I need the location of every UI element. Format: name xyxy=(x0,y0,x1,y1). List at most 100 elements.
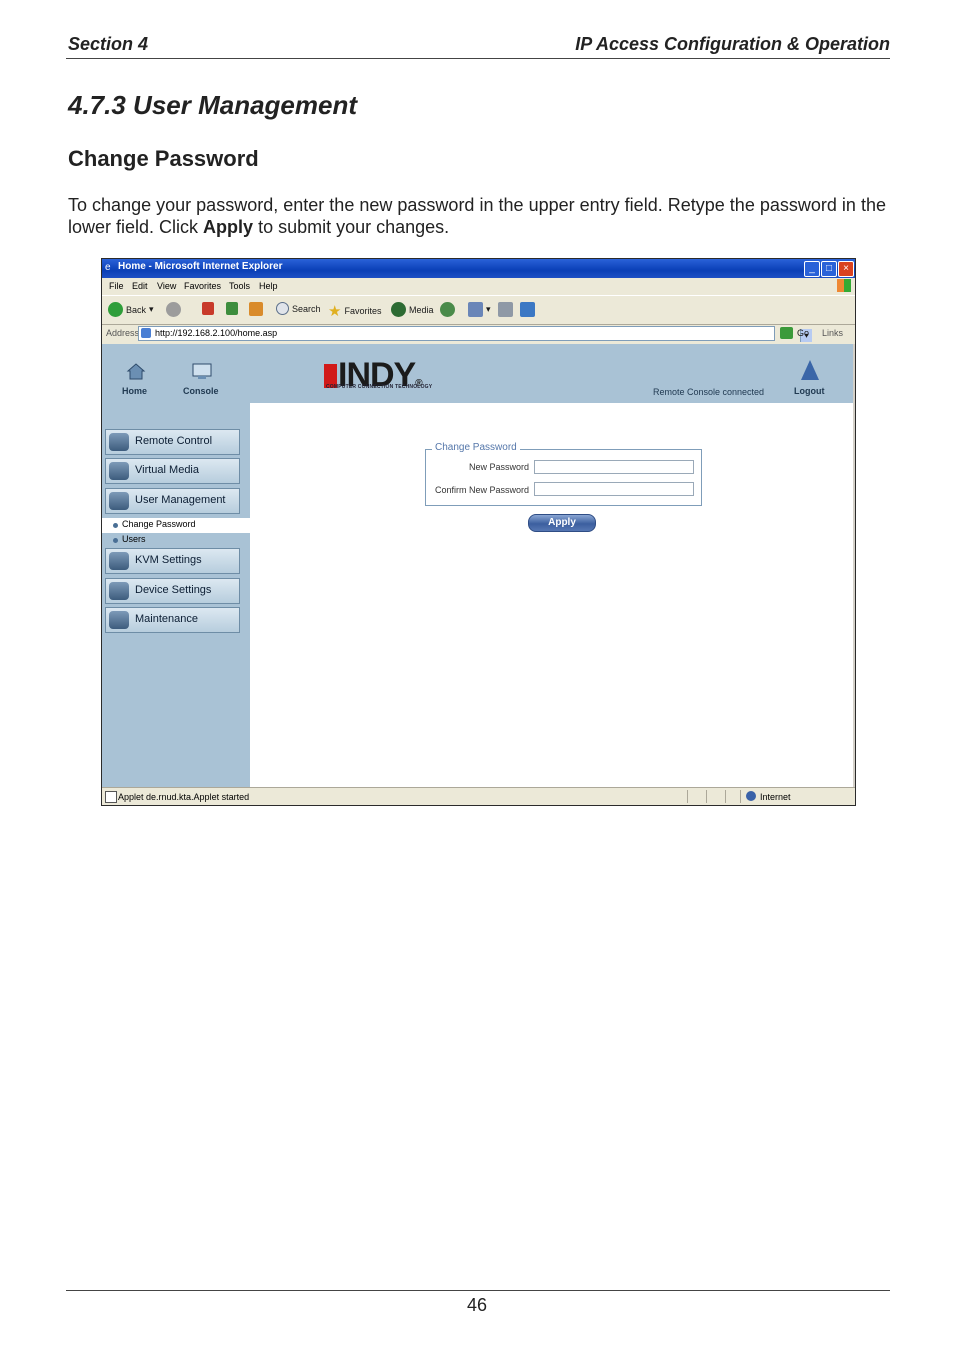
media-button[interactable]: Media xyxy=(391,302,434,317)
favorites-button[interactable]: ★ Favorites xyxy=(328,302,381,320)
print-icon xyxy=(498,302,513,317)
footer-rule xyxy=(66,1290,890,1291)
sidebar-item-remote-control[interactable]: Remote Control xyxy=(105,429,240,455)
sidebar-item-user-management[interactable]: User Management xyxy=(105,488,240,514)
window-edge xyxy=(853,344,855,787)
menu-edit[interactable]: Edit xyxy=(132,281,148,291)
kvm-settings-icon xyxy=(109,552,129,570)
change-password-legend: Change Password xyxy=(432,442,520,453)
stop-button[interactable] xyxy=(202,302,214,315)
confirm-password-label: Confirm New Password xyxy=(434,485,529,495)
stop-icon xyxy=(202,302,214,315)
apply-button[interactable]: Apply xyxy=(528,514,596,532)
console-nav-label[interactable]: Console xyxy=(183,386,219,396)
user-management-icon xyxy=(109,492,129,510)
window-titlebar: e Home - Microsoft Internet Explorer _ □… xyxy=(102,259,855,278)
virtual-media-icon xyxy=(109,462,129,480)
ie-icon: e xyxy=(105,262,111,273)
status-divider xyxy=(725,790,726,803)
edit-button[interactable] xyxy=(520,302,535,317)
chevron-down-icon: ▾ xyxy=(486,304,491,314)
sidebar: Remote Control Virtual Media User Manage… xyxy=(102,403,250,787)
sidebar-item-label: User Management xyxy=(135,494,226,506)
instructions-paragraph: To change your password, enter the new p… xyxy=(68,194,886,238)
address-value: http://192.168.2.100/home.asp xyxy=(155,328,278,338)
mail-button[interactable]: ▾ xyxy=(468,302,491,317)
menu-file[interactable]: File xyxy=(109,281,124,291)
submenu-change-password[interactable]: Change Password xyxy=(102,518,250,533)
refresh-icon xyxy=(226,302,238,315)
sidebar-item-label: Maintenance xyxy=(135,613,198,625)
globe-icon xyxy=(746,791,756,801)
header-rule xyxy=(66,58,890,59)
bullet-icon xyxy=(113,538,118,543)
status-bar: Applet de.rnud.kta.Applet started Intern… xyxy=(102,787,855,805)
status-text: Applet de.rnud.kta.Applet started xyxy=(118,792,250,802)
maximize-button[interactable]: □ xyxy=(821,261,837,277)
home-button[interactable] xyxy=(249,302,263,316)
address-input[interactable]: http://192.168.2.100/home.asp ▾ xyxy=(138,326,812,342)
bullet-icon xyxy=(113,523,118,528)
back-arrow-icon xyxy=(108,302,123,317)
device-settings-icon xyxy=(109,582,129,600)
paragraph-bold-apply: Apply xyxy=(203,217,254,237)
logout-icon[interactable] xyxy=(801,360,819,380)
forward-button[interactable] xyxy=(166,302,181,317)
subsection-title: Change Password xyxy=(68,146,259,171)
back-button[interactable]: Back ▾ xyxy=(108,302,154,317)
paragraph-text-end: to submit your changes. xyxy=(253,217,450,237)
status-divider xyxy=(740,790,741,803)
web-content: Home Console INDY® COMPUTER CONNECTION T… xyxy=(102,344,855,787)
home-nav-label[interactable]: Home xyxy=(122,386,147,396)
paragraph-text: To change your password, enter the new p… xyxy=(68,195,886,237)
page-icon xyxy=(141,328,151,338)
media-icon xyxy=(391,302,406,317)
chevron-down-icon: ▾ xyxy=(149,304,154,314)
search-icon xyxy=(276,302,289,315)
go-button[interactable]: Go xyxy=(797,328,809,338)
sidebar-item-virtual-media[interactable]: Virtual Media xyxy=(105,458,240,484)
links-button[interactable]: Links xyxy=(822,328,843,338)
menu-view[interactable]: View xyxy=(157,281,176,291)
console-nav-icon[interactable] xyxy=(192,362,212,380)
sidebar-item-kvm-settings[interactable]: KVM Settings xyxy=(105,548,240,574)
browser-window: e Home - Microsoft Internet Explorer _ □… xyxy=(101,258,856,806)
confirm-password-input[interactable] xyxy=(534,482,694,496)
go-arrow-icon[interactable] xyxy=(780,327,793,339)
close-button[interactable]: × xyxy=(838,261,854,277)
window-title: Home - Microsoft Internet Explorer xyxy=(118,261,283,272)
history-icon xyxy=(440,302,455,317)
menu-tools[interactable]: Tools xyxy=(229,281,250,291)
app-header: Home Console INDY® COMPUTER CONNECTION T… xyxy=(102,344,855,403)
logout-label[interactable]: Logout xyxy=(794,386,825,396)
menu-help[interactable]: Help xyxy=(259,281,278,291)
new-password-input[interactable] xyxy=(534,460,694,474)
sidebar-item-device-settings[interactable]: Device Settings xyxy=(105,578,240,604)
search-button[interactable]: Search xyxy=(276,302,321,315)
print-button[interactable] xyxy=(498,302,513,317)
change-password-fieldset xyxy=(425,449,702,506)
star-icon: ★ xyxy=(328,303,342,320)
chapter-title: IP Access Configuration & Operation xyxy=(575,34,890,54)
menu-favorites[interactable]: Favorites xyxy=(184,281,221,291)
address-label: Address xyxy=(106,328,140,338)
submenu-change-password-label: Change Password xyxy=(122,519,196,529)
section-title: 4.7.3 User Management xyxy=(68,90,358,120)
search-label: Search xyxy=(292,303,321,314)
sidebar-item-maintenance[interactable]: Maintenance xyxy=(105,607,240,633)
sidebar-item-label: KVM Settings xyxy=(135,554,202,566)
submenu-users[interactable]: Users xyxy=(122,534,146,544)
browser-toolbar: Back ▾ Search ★ Favorites Media ▾ xyxy=(102,295,855,325)
new-password-label: New Password xyxy=(468,462,529,472)
home-nav-icon[interactable] xyxy=(126,362,146,380)
security-zone: Internet xyxy=(760,792,791,802)
logo-tagline: COMPUTER CONNECTION TECHNOLOGY xyxy=(326,384,433,390)
page-number: 46 xyxy=(466,1295,488,1315)
history-button[interactable] xyxy=(440,302,455,317)
minimize-button[interactable]: _ xyxy=(804,261,820,277)
media-label: Media xyxy=(409,304,434,315)
maintenance-icon xyxy=(109,611,129,629)
status-divider xyxy=(687,790,688,803)
edit-page-icon xyxy=(520,302,535,317)
refresh-button[interactable] xyxy=(226,302,238,315)
